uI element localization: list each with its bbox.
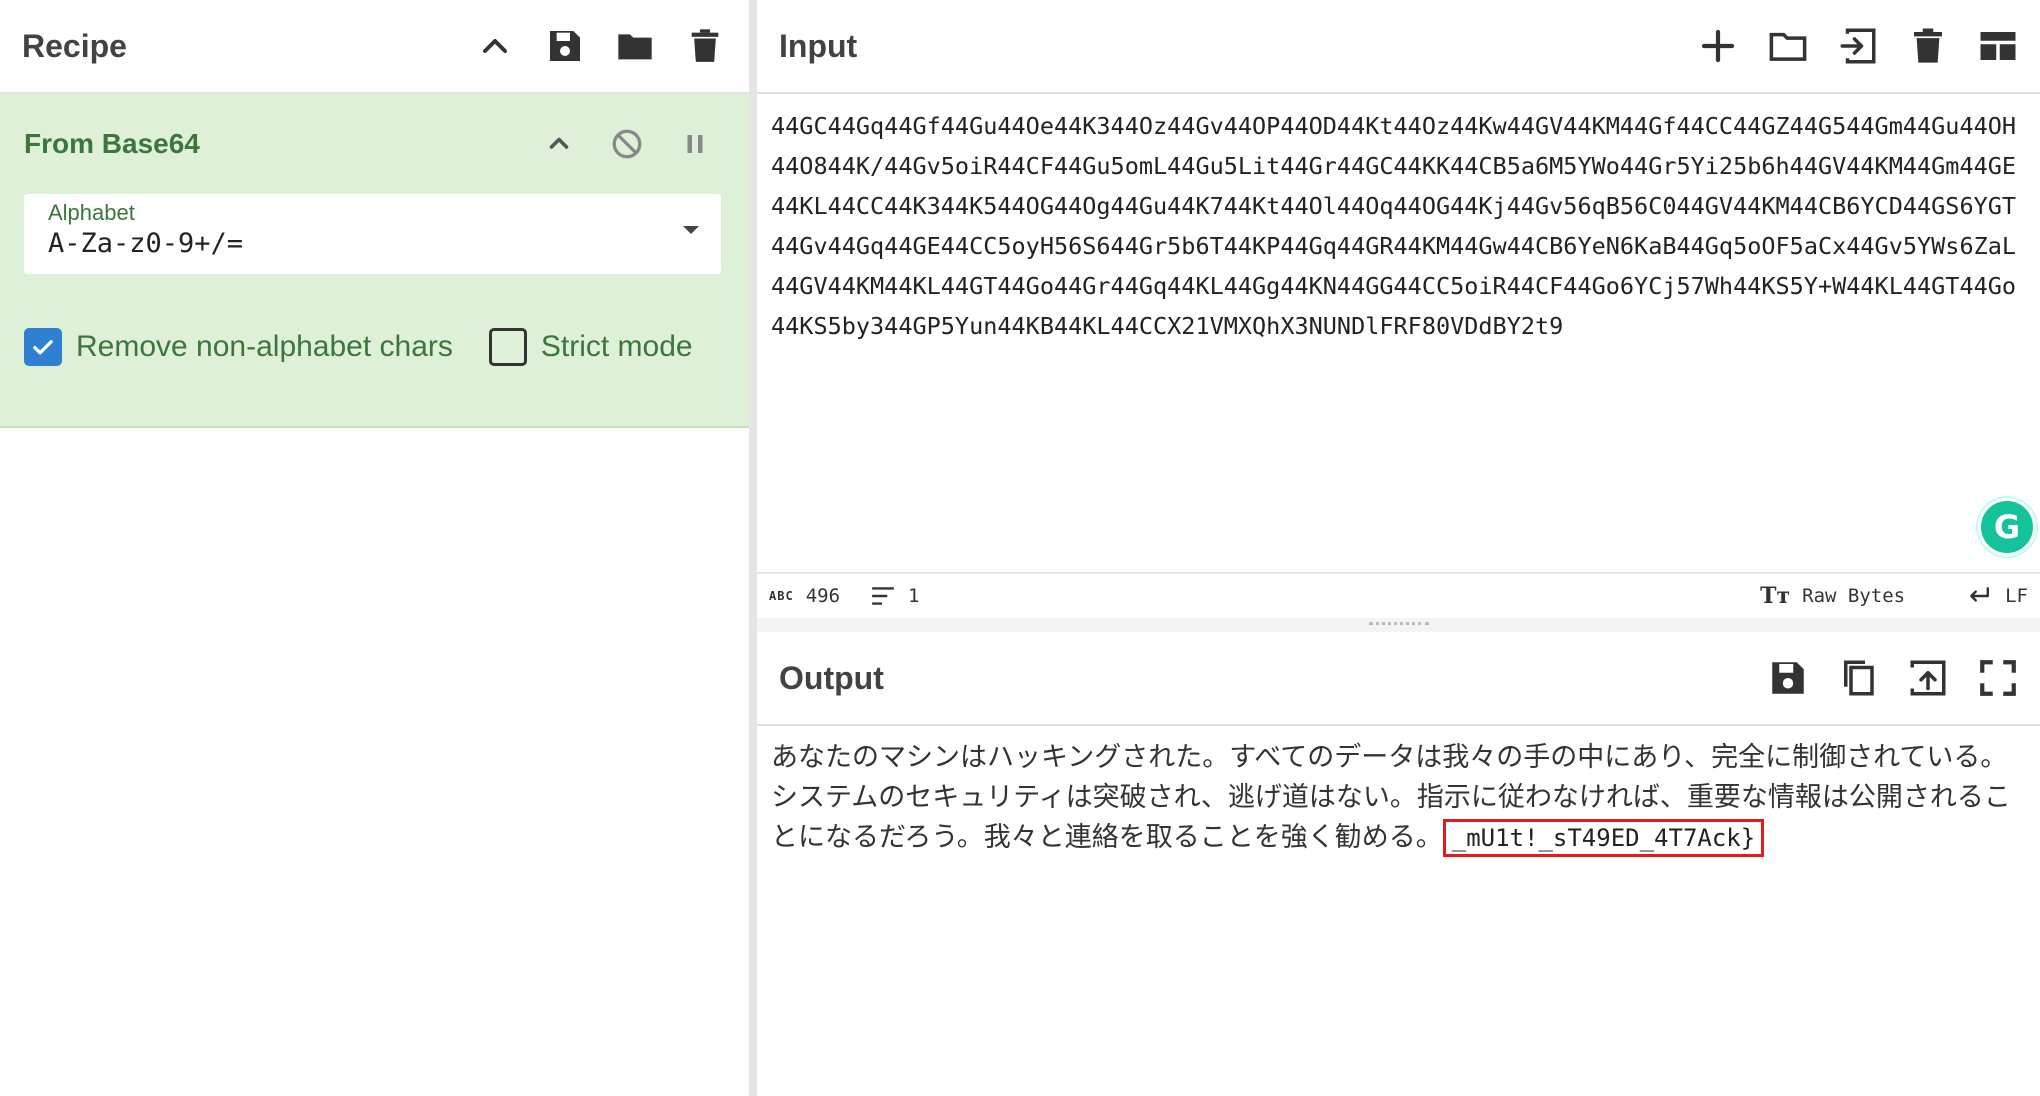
- import-file-icon[interactable]: [1834, 22, 1882, 70]
- return-arrow-icon: [1970, 587, 1990, 602]
- save-output-icon[interactable]: [1764, 654, 1812, 702]
- io-panel: Input 44GC44Gq44Gf44Gu44Oe44K344Oz44Gv44…: [757, 0, 2040, 1096]
- eol-selector[interactable]: LF: [1965, 585, 2028, 607]
- operation-from-base64: From Base64 Alphabet A-Za-z0-9+/= Remove…: [0, 94, 749, 428]
- trash-icon[interactable]: [1904, 22, 1952, 70]
- output-message: あなたのマシンはハッキングされた。すべてのデータは我々の手の中にあり、完全に制御…: [771, 742, 2011, 853]
- line-count-icon: [872, 587, 894, 605]
- eol-label: LF: [2005, 585, 2028, 607]
- remove-nonalpha-checkbox[interactable]: Remove non-alphabet chars: [24, 328, 453, 366]
- layout-icon[interactable]: [1974, 22, 2022, 70]
- input-title: Input: [779, 27, 858, 64]
- add-tab-icon[interactable]: [1694, 22, 1742, 70]
- char-count-icon: ABC: [769, 589, 794, 603]
- input-text: 44GC44Gq44Gf44Gu44Oe44K344Oz44Gv44OP44OD…: [771, 112, 2017, 340]
- line-count: 1: [908, 585, 920, 607]
- encoding-selector[interactable]: Tт Raw Bytes: [1760, 583, 1905, 609]
- alphabet-label: Alphabet: [48, 200, 135, 225]
- chevron-down-icon: [683, 226, 699, 234]
- strict-mode-label: Strict mode: [540, 330, 693, 363]
- copy-icon[interactable]: [1834, 654, 1882, 702]
- output-text: あなたのマシンはハッキングされた。すべてのデータは我々の手の中にあり、完全に制御…: [771, 738, 2026, 858]
- disable-icon[interactable]: [605, 122, 649, 166]
- collapse-up-icon[interactable]: [473, 24, 517, 68]
- input-header: Input: [757, 0, 2040, 94]
- highlighted-flag: _mU1t!_sT49ED_4T7Ack}: [1442, 819, 1765, 857]
- chevron-up-icon[interactable]: [537, 122, 581, 166]
- alphabet-select[interactable]: Alphabet A-Za-z0-9+/=: [24, 194, 721, 274]
- strict-mode-checkbox[interactable]: Strict mode: [488, 328, 693, 366]
- trash-icon[interactable]: [683, 24, 727, 68]
- remove-nonalpha-label: Remove non-alphabet chars: [76, 330, 453, 363]
- alphabet-value: A-Za-z0-9+/=: [48, 228, 244, 259]
- input-textarea[interactable]: 44GC44Gq44Gf44Gu44Oe44K344Oz44Gv44OP44OD…: [757, 94, 2040, 572]
- save-recipe-icon[interactable]: [543, 24, 587, 68]
- replace-input-icon[interactable]: [1904, 654, 1952, 702]
- recipe-header: Recipe: [0, 0, 749, 94]
- operation-title: From Base64: [24, 128, 200, 159]
- checkbox-empty-icon: [488, 328, 527, 366]
- fullscreen-icon[interactable]: [1974, 654, 2022, 702]
- grammarly-icon[interactable]: G: [1978, 498, 2036, 556]
- recipe-title: Recipe: [22, 27, 127, 64]
- checkmark-icon: [24, 328, 62, 366]
- output-textarea[interactable]: あなたのマシンはハッキングされた。すべてのデータは我々の手の中にあり、完全に制御…: [757, 726, 2040, 1096]
- app-window: Recipe From Base64 Alphabet A-Za-z0-9+/=…: [0, 0, 2040, 1096]
- open-folder-icon[interactable]: [613, 24, 657, 68]
- encoding-label: Raw Bytes: [1802, 585, 1906, 607]
- pane-resize-handle[interactable]: [757, 618, 2040, 632]
- recipe-panel: Recipe From Base64 Alphabet A-Za-z0-9+/=…: [0, 0, 757, 1096]
- input-statusbar: ABC 496 1 Tт Raw Bytes LF: [757, 572, 2040, 618]
- text-format-icon: Tт: [1760, 583, 1791, 609]
- output-header: Output: [757, 632, 2040, 726]
- char-count: 496: [805, 585, 841, 607]
- output-title: Output: [779, 659, 884, 696]
- open-folder-icon[interactable]: [1764, 22, 1812, 70]
- pause-icon[interactable]: [673, 122, 717, 166]
